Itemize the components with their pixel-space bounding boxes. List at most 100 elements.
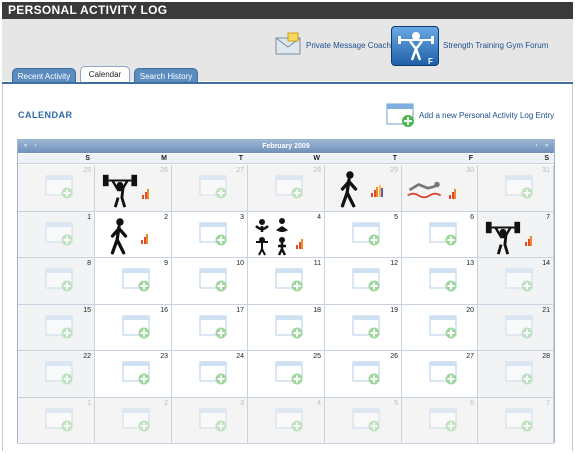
- calendar-day-cell[interactable]: 28: [478, 351, 554, 398]
- calendar-day-cell[interactable]: 1: [18, 211, 95, 258]
- add-entry-placeholder-icon[interactable]: [429, 408, 459, 432]
- add-entry-placeholder-icon[interactable]: [275, 315, 305, 339]
- add-entry-placeholder-icon[interactable]: [199, 175, 229, 199]
- next-year-icon[interactable]: »: [542, 142, 551, 151]
- calendar-day-cell[interactable]: 26: [325, 351, 402, 398]
- intensity-chart-icon: [371, 185, 384, 197]
- calendar-day-cell[interactable]: 5: [325, 211, 402, 258]
- calendar-day-cell[interactable]: 24: [172, 351, 248, 398]
- calendar-day-cell[interactable]: 12: [325, 258, 402, 305]
- calendar-day-cell[interactable]: 27: [402, 351, 478, 398]
- calendar-day-cell[interactable]: 6: [402, 211, 478, 258]
- add-entry-placeholder-icon[interactable]: [45, 315, 75, 339]
- add-entry-placeholder-icon[interactable]: [122, 361, 152, 385]
- tab-calendar[interactable]: Calendar: [80, 66, 130, 83]
- add-entry-placeholder-icon[interactable]: [199, 222, 229, 246]
- calendar-day-cell[interactable]: 6: [402, 397, 478, 444]
- add-entry-placeholder-icon[interactable]: [45, 408, 75, 432]
- add-entry-placeholder-icon[interactable]: [429, 315, 459, 339]
- add-entry-placeholder-icon[interactable]: [505, 408, 535, 432]
- add-entry-placeholder-icon[interactable]: [122, 408, 152, 432]
- add-entry-placeholder-icon[interactable]: [45, 175, 75, 199]
- calendar-day-cell[interactable]: 15: [18, 304, 95, 351]
- day-number: 29: [390, 167, 398, 174]
- tab-recent-activity[interactable]: Recent Activity: [12, 68, 76, 83]
- calendar-day-cell[interactable]: 21: [478, 304, 554, 351]
- add-entry-placeholder-icon[interactable]: [505, 268, 535, 292]
- add-entry-placeholder-icon[interactable]: [429, 361, 459, 385]
- prev-month-icon[interactable]: ‹: [31, 142, 40, 151]
- calendar-day-cell[interactable]: 10: [172, 258, 248, 305]
- prev-year-icon[interactable]: «: [21, 142, 30, 151]
- add-entry-placeholder-icon[interactable]: [275, 268, 305, 292]
- add-entry-placeholder-icon[interactable]: [429, 222, 459, 246]
- calendar-day-cell[interactable]: 8: [18, 258, 95, 305]
- add-entry-placeholder-icon[interactable]: [275, 175, 305, 199]
- gym-badge-icon[interactable]: F: [391, 26, 439, 66]
- calendar-day-cell[interactable]: 19: [325, 304, 402, 351]
- calendar-day-cell[interactable]: 17: [172, 304, 248, 351]
- envelope-icon[interactable]: [274, 32, 302, 58]
- calendar-day-cell[interactable]: 28: [248, 165, 325, 212]
- calendar-day-cell[interactable]: 11: [248, 258, 325, 305]
- calendar-day-cell[interactable]: 5: [325, 397, 402, 444]
- swimming-icon[interactable]: [405, 179, 447, 201]
- calendar-day-cell[interactable]: 2: [95, 211, 172, 258]
- add-entry-link[interactable]: Add a new Personal Activity Log Entry: [419, 111, 554, 120]
- calendar-day-cell[interactable]: 1: [18, 397, 95, 444]
- add-entry-placeholder-icon[interactable]: [45, 361, 75, 385]
- add-entry-placeholder-icon[interactable]: [199, 315, 229, 339]
- calendar-day-cell[interactable]: 25: [248, 351, 325, 398]
- calendar-day-cell[interactable]: 20: [402, 304, 478, 351]
- calendar-day-cell[interactable]: 9: [95, 258, 172, 305]
- calendar-day-cell[interactable]: 4: [248, 211, 325, 258]
- add-entry-placeholder-icon[interactable]: [275, 361, 305, 385]
- add-entry-placeholder-icon[interactable]: [275, 408, 305, 432]
- add-entry-placeholder-icon[interactable]: [199, 268, 229, 292]
- calendar-day-cell[interactable]: 27: [172, 165, 248, 212]
- add-entry-placeholder-icon[interactable]: [352, 315, 382, 339]
- add-entry-placeholder-icon[interactable]: [199, 408, 229, 432]
- add-entry-placeholder-icon[interactable]: [429, 268, 459, 292]
- calendar-day-cell[interactable]: 18: [248, 304, 325, 351]
- calendar-day-cell[interactable]: 7: [478, 397, 554, 444]
- add-entry-placeholder-icon[interactable]: [505, 315, 535, 339]
- day-number: 9: [164, 260, 168, 267]
- add-entry-placeholder-icon[interactable]: [199, 361, 229, 385]
- calendar-day-cell[interactable]: 3: [172, 397, 248, 444]
- calendar-day-cell[interactable]: 23: [95, 351, 172, 398]
- calendar-day-cell[interactable]: 22: [18, 351, 95, 398]
- walking-icon[interactable]: [335, 170, 363, 208]
- calendar-day-cell[interactable]: 25: [18, 165, 95, 212]
- add-entry-placeholder-icon[interactable]: [45, 268, 75, 292]
- calendar-day-cell[interactable]: 4: [248, 397, 325, 444]
- calendar-day-cell[interactable]: 31: [478, 165, 554, 212]
- add-entry-placeholder-icon[interactable]: [352, 268, 382, 292]
- weightlifting-icon[interactable]: [101, 171, 139, 209]
- weightlifting-icon[interactable]: [484, 218, 522, 256]
- add-entry-placeholder-icon[interactable]: [352, 408, 382, 432]
- calendar-day-cell[interactable]: 2: [95, 397, 172, 444]
- calendar-day-cell[interactable]: 14: [478, 258, 554, 305]
- calendar-day-cell[interactable]: 30: [402, 165, 478, 212]
- add-entry-placeholder-icon[interactable]: [352, 222, 382, 246]
- calendar-day-cell[interactable]: 26: [95, 165, 172, 212]
- strength-training-forum-link[interactable]: Strength Training Gym Forum: [443, 41, 548, 50]
- add-entry-placeholder-icon[interactable]: [45, 222, 75, 246]
- add-entry-icon[interactable]: [386, 102, 416, 128]
- add-entry-placeholder-icon[interactable]: [505, 361, 535, 385]
- calendar-day-cell[interactable]: 29: [325, 165, 402, 212]
- calendar-day-cell[interactable]: 3: [172, 211, 248, 258]
- add-entry-placeholder-icon[interactable]: [122, 268, 152, 292]
- calendar-day-cell[interactable]: 7: [478, 211, 554, 258]
- walking-icon[interactable]: [105, 217, 133, 255]
- tab-search-history[interactable]: Search History: [134, 68, 198, 83]
- yoga-group-icon[interactable]: [252, 216, 296, 256]
- private-message-coach-link[interactable]: Private Message Coach: [306, 41, 391, 50]
- calendar-day-cell[interactable]: 16: [95, 304, 172, 351]
- add-entry-placeholder-icon[interactable]: [352, 361, 382, 385]
- add-entry-placeholder-icon[interactable]: [122, 315, 152, 339]
- add-entry-placeholder-icon[interactable]: [505, 175, 535, 199]
- next-month-icon[interactable]: ›: [532, 142, 541, 151]
- calendar-day-cell[interactable]: 13: [402, 258, 478, 305]
